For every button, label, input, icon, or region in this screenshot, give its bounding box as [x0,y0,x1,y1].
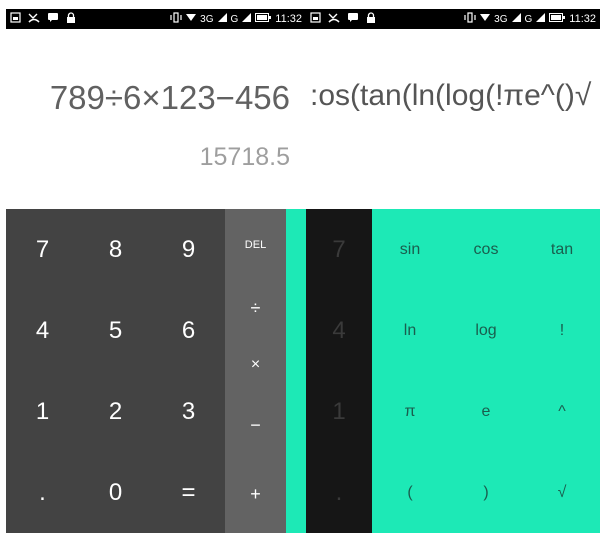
adv-key-log[interactable]: log [448,290,524,371]
clock: 11:32 [275,13,302,25]
image-icon [310,12,321,26]
adv-key-tan[interactable]: tan [524,209,600,290]
missed-call-icon [28,12,40,26]
key-4[interactable]: 4 [6,290,79,371]
signal-icon [511,13,521,25]
add-button[interactable]: + [225,455,286,533]
status-bar: 3G G 11:32 [6,9,306,29]
key-6[interactable]: 6 [152,290,225,371]
calculator-display: :os(tan(ln(log(!πe^()√ [306,29,600,209]
right-calculator-screen: 3G G 11:32 :os(tan(ln(log(!πe^()√ 7 4 1. s… [306,0,600,533]
number-pad: 7 8 9 4 5 6 1 2 3. 0 = [6,209,225,533]
adv-key-close-paren[interactable]: ) [448,452,524,533]
adv-key-sin[interactable]: sin [372,209,448,290]
lock-icon [366,11,376,27]
formula-text[interactable]: 789÷6×123−456 [50,79,290,117]
vibrate-icon [170,12,182,26]
adv-key-factorial[interactable]: ! [524,290,600,371]
vibrate-icon [464,12,476,26]
key-0[interactable]: 0 [79,452,152,533]
battery-icon [549,13,566,25]
formula-text[interactable]: :os(tan(ln(log(!πe^()√ [310,79,591,113]
adv-key-sqrt[interactable]: √ [524,452,600,533]
key-3[interactable]: 3 [152,371,225,452]
adv-key-power[interactable]: ^ [524,371,600,452]
divide-button[interactable]: ÷ [225,281,286,335]
key-5[interactable]: 5 [79,290,152,371]
network-type: 3G [494,13,508,25]
advanced-function-pad: sin cos tan ln log! π e ^ () √ [372,209,600,533]
key-2[interactable]: 2 [79,371,152,452]
network-type-2: G [524,13,533,25]
signal-icon [217,13,227,25]
delete-button[interactable]: DEL [225,209,286,281]
dimmed-key: 4 [332,316,346,344]
advanced-panel-drawer-handle[interactable] [286,209,306,533]
lock-icon [66,11,76,27]
key-9[interactable]: 9 [152,209,225,290]
message-icon [47,12,59,26]
adv-key-e[interactable]: e [448,371,524,452]
dimmed-number-pad: 7 4 1. [306,209,372,533]
result-text: 15718.5 [199,143,290,171]
image-icon [10,12,21,26]
dimmed-key: . [335,478,343,506]
battery-icon [255,13,272,25]
network-type: 3G [200,13,214,25]
message-icon [347,12,359,26]
dimmed-key: 1 [332,397,346,425]
operator-pad: DEL ÷ × − + [225,209,286,533]
clock: 11:32 [569,13,596,25]
wifi-icon [480,13,491,25]
dimmed-key: 7 [332,235,346,263]
wifi-icon [186,13,197,25]
adv-key-open-paren[interactable]: ( [372,452,448,533]
signal-icon-2 [242,13,252,25]
key-1[interactable]: 1 [6,371,79,452]
left-calculator-screen: 3G G 11:32 789÷6×123−456 15718.5 7894561… [6,0,306,533]
network-type-2: G [230,13,239,25]
adv-key-ln[interactable]: ln [372,290,448,371]
signal-icon-2 [536,13,546,25]
status-bar: 3G G 11:32 [306,9,600,29]
missed-call-icon [328,12,340,26]
calculator-display: 789÷6×123−456 15718.5 [6,29,306,209]
adv-key-cos[interactable]: cos [448,209,524,290]
adv-key-pi[interactable]: π [372,371,448,452]
subtract-button[interactable]: − [225,395,286,455]
key-decimal[interactable]: . [6,452,79,533]
key-8[interactable]: 8 [79,209,152,290]
key-equals[interactable]: = [152,452,225,533]
multiply-button[interactable]: × [225,335,286,395]
key-7[interactable]: 7 [6,209,79,290]
